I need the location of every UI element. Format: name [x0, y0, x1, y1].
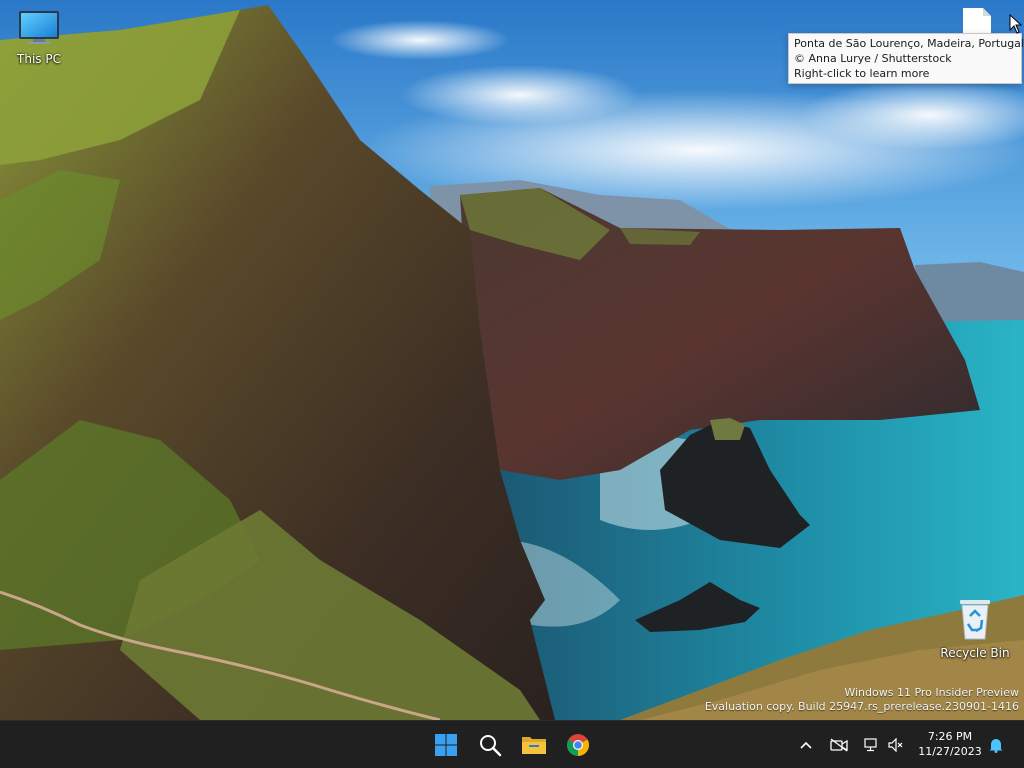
volume-status-button[interactable]	[886, 733, 906, 757]
bell-icon	[989, 739, 1003, 753]
file-explorer-icon	[522, 737, 546, 754]
network-icon	[864, 738, 877, 752]
windows-start-icon	[435, 734, 457, 756]
clock-date: 11/27/2023	[918, 745, 982, 758]
tooltip-location: Ponta de São Lourenço, Madeira, Portugal	[794, 37, 1024, 50]
evaluation-watermark: Windows 11 Pro Insider Preview Evaluatio…	[705, 686, 1019, 714]
chrome-icon	[567, 734, 589, 756]
show-hidden-icons-button[interactable]	[796, 733, 816, 757]
clock-time: 7:26 PM	[927, 730, 973, 743]
camera-off-icon	[830, 738, 848, 752]
this-pc-label: This PC	[17, 52, 61, 66]
chevron-up-icon	[800, 741, 812, 749]
chrome-button[interactable]	[560, 727, 596, 763]
recycle-bin-desktop-icon[interactable]: Recycle Bin	[936, 598, 1014, 660]
file-explorer-button[interactable]	[516, 727, 552, 763]
document-icon	[963, 8, 991, 34]
search-icon	[480, 735, 502, 757]
notification-center-button[interactable]	[986, 733, 1006, 757]
wallpaper-info-tooltip: Ponta de São Lourenço, Madeira, Portugal…	[788, 33, 1024, 84]
mouse-cursor-icon	[1009, 14, 1023, 34]
recycle-bin-icon	[960, 600, 990, 640]
watermark-edition: Windows 11 Pro Insider Preview	[844, 686, 1019, 699]
start-button[interactable]	[428, 727, 464, 763]
desktop-wallpaper	[0, 0, 1024, 720]
search-button[interactable]	[472, 727, 508, 763]
taskbar-clock[interactable]: 7:26 PM 11/27/2023	[914, 729, 986, 759]
volume-muted-icon	[888, 738, 903, 752]
this-pc-desktop-icon[interactable]: This PC	[0, 8, 78, 66]
camera-status-button[interactable]	[828, 733, 850, 757]
taskbar: 7:26 PM 11/27/2023	[0, 720, 1024, 768]
recycle-bin-label: Recycle Bin	[940, 646, 1010, 660]
tooltip-hint: Right-click to learn more	[794, 67, 930, 80]
network-status-button[interactable]	[860, 733, 880, 757]
monitor-icon	[19, 11, 59, 44]
tooltip-copyright: © Anna Lurye / Shutterstock	[794, 52, 952, 65]
watermark-build: Evaluation copy. Build 25947.rs_prerelea…	[704, 700, 1019, 713]
